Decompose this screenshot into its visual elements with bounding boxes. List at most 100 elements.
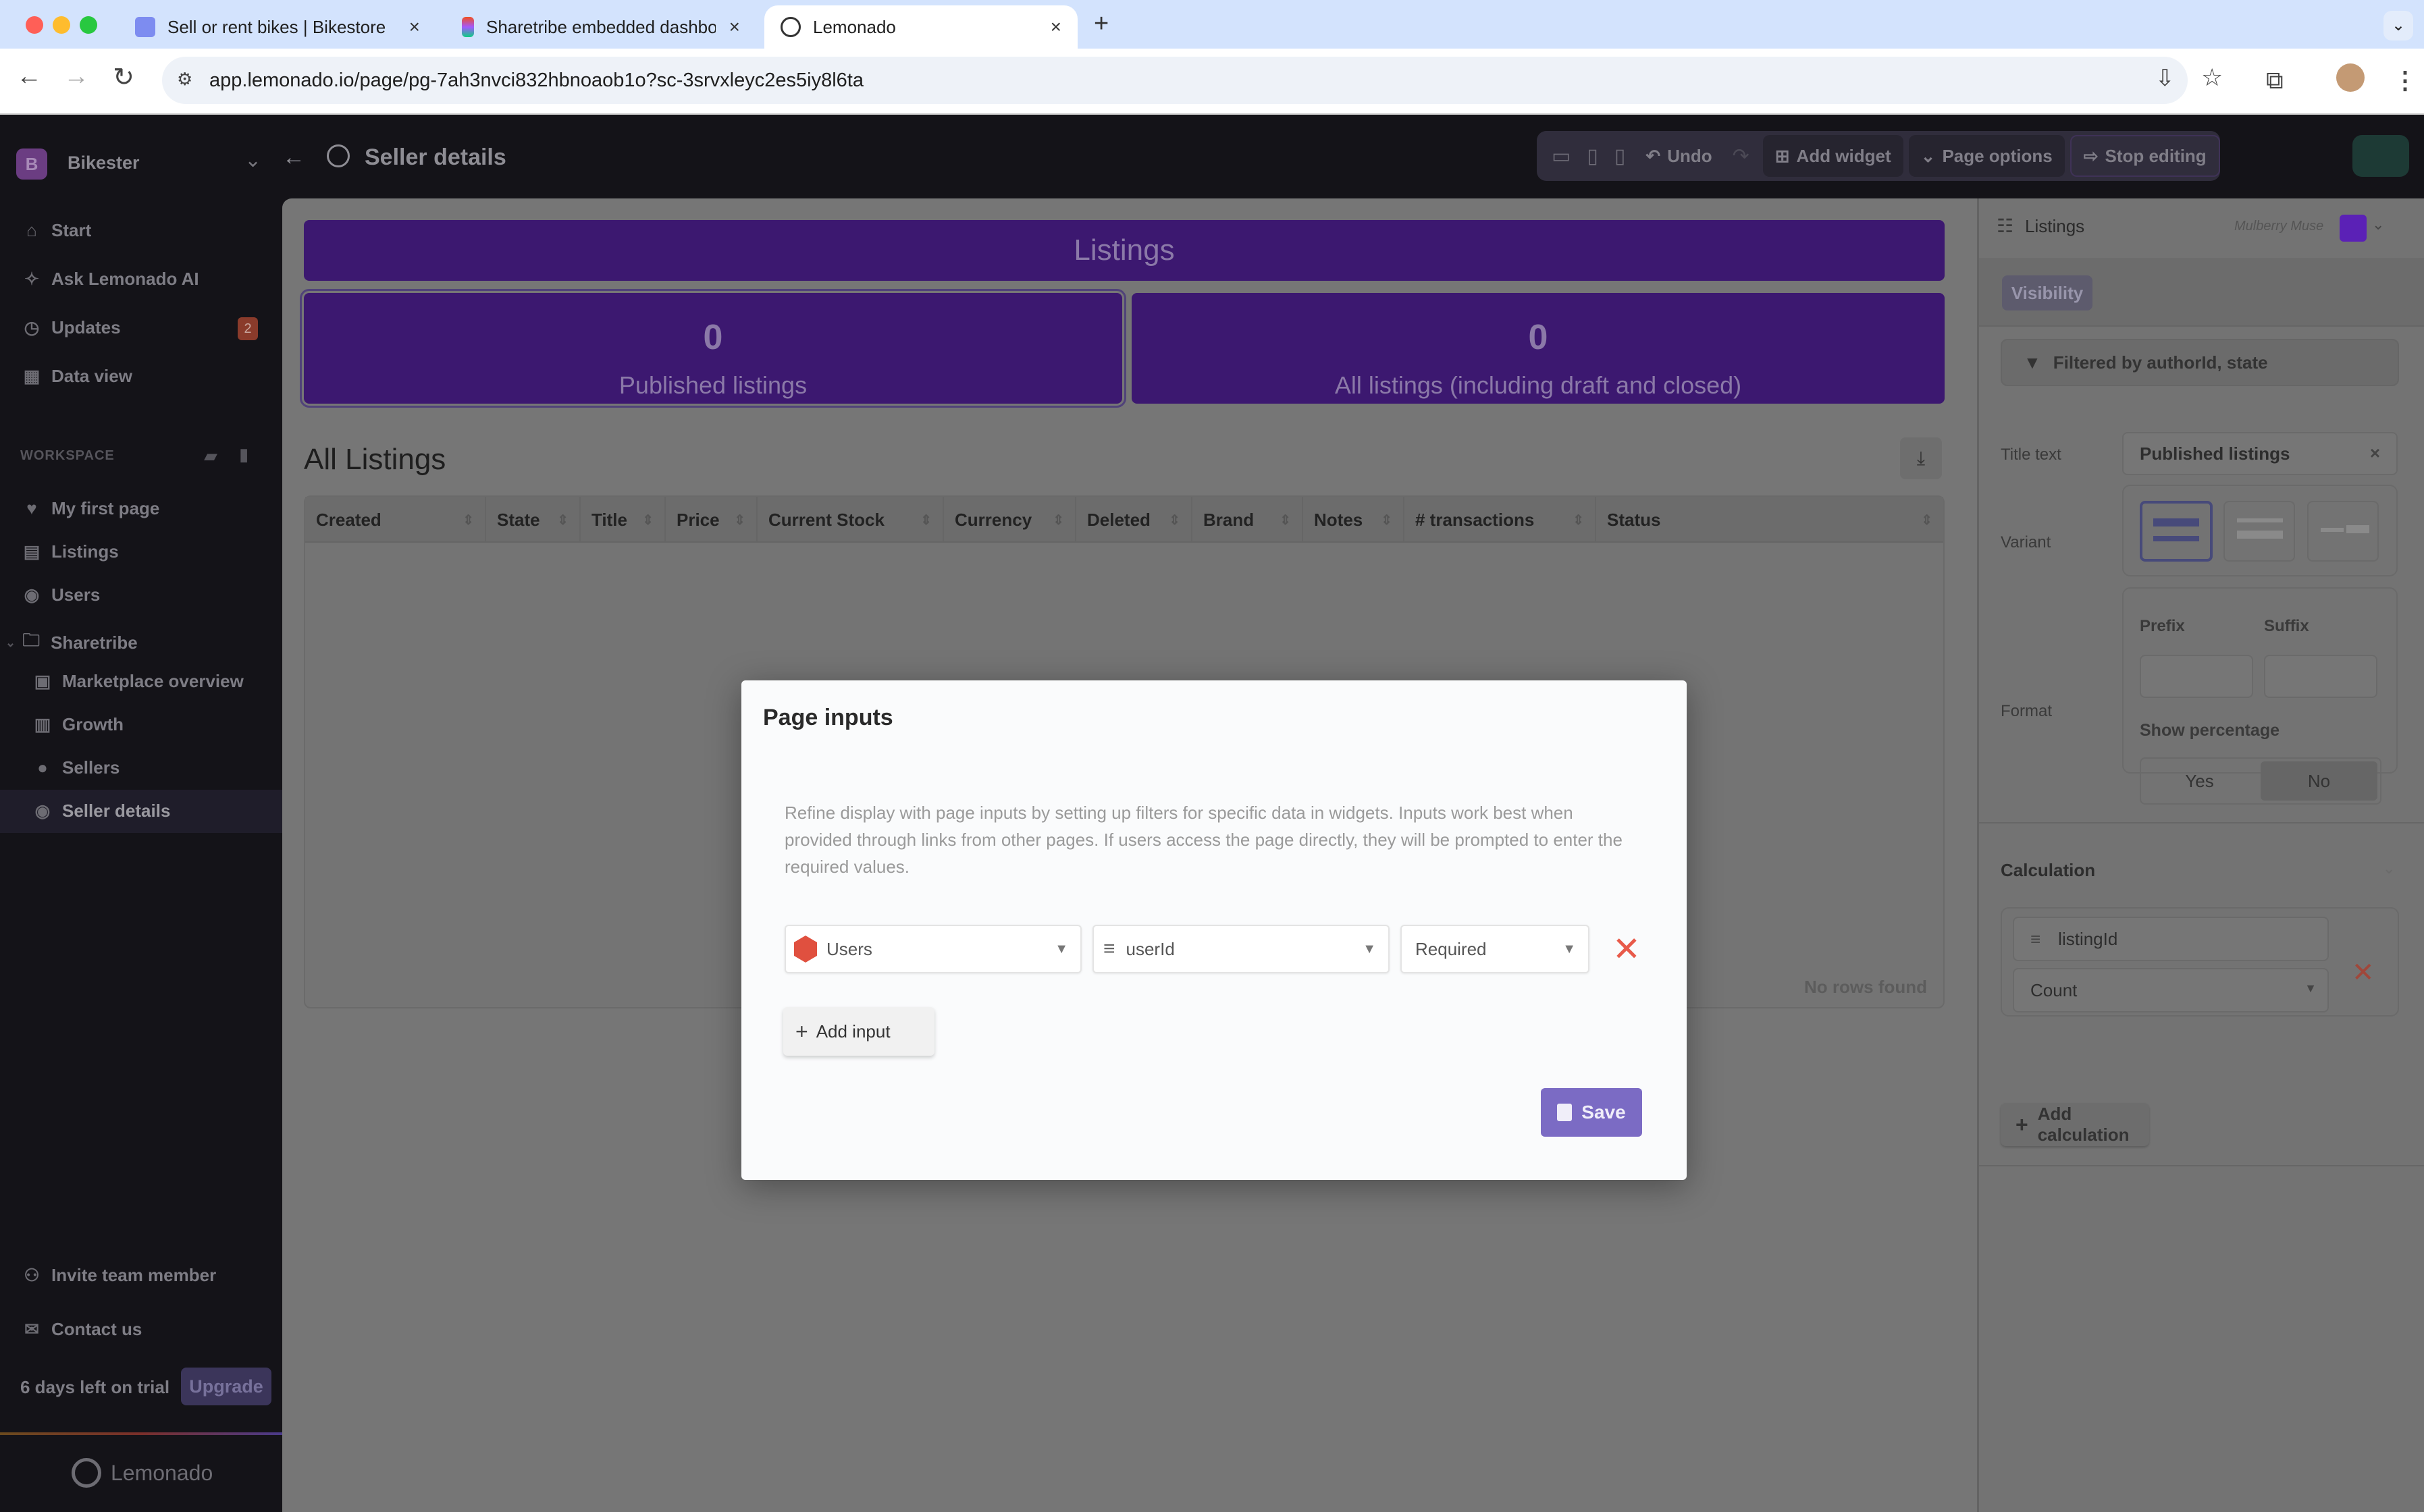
add-widget-button[interactable]: ⊞ Add widget: [1762, 135, 1903, 177]
column-header[interactable]: Status ⇕: [1596, 497, 1943, 543]
sort-icon[interactable]: ⇕: [734, 512, 745, 529]
upgrade-button[interactable]: Upgrade: [181, 1368, 271, 1405]
browser-menu-icon[interactable]: ⋮: [2393, 66, 2417, 94]
extensions-icon[interactable]: ⧉: [2266, 66, 2284, 95]
listings-banner[interactable]: Listings: [304, 220, 1945, 281]
minimize-window-button[interactable]: [53, 16, 70, 34]
column-header[interactable]: Brand ⇕: [1192, 497, 1303, 543]
sidebar-item-start[interactable]: ⌂ Start: [20, 220, 91, 241]
sidebar-item-marketplace-overview[interactable]: ▣ Marketplace overview: [31, 671, 244, 692]
workspace-chevron-down-icon[interactable]: ⌄: [244, 148, 261, 172]
sidebar-item-my-first-page[interactable]: ♥ My first page: [20, 498, 159, 519]
column-header[interactable]: Price ⇕: [666, 497, 758, 543]
bookmark-star-icon[interactable]: ☆: [2201, 63, 2223, 92]
maximize-window-button[interactable]: [80, 16, 97, 34]
new-folder-icon[interactable]: ▰: [204, 446, 217, 466]
back-icon[interactable]: ←: [12, 62, 46, 91]
add-calculation-button[interactable]: + Add calculation: [2001, 1103, 2149, 1146]
workspace-avatar[interactable]: B: [16, 148, 47, 180]
sort-icon[interactable]: ⇕: [642, 512, 654, 529]
tablet-view-icon[interactable]: ▯: [1587, 144, 1598, 168]
toggle-option-yes[interactable]: Yes: [2141, 759, 2258, 803]
filter-summary[interactable]: ▼ Filtered by authorId, state: [2001, 339, 2399, 386]
browser-tab[interactable]: Sell or rent bikes | Bikestore ×: [119, 5, 436, 49]
variant-option-selected[interactable]: [2140, 501, 2213, 562]
theme-color-swatch[interactable]: [2340, 215, 2367, 242]
url-text[interactable]: app.lemonado.io/page/pg-7ah3nvci832hbnoa…: [209, 70, 864, 92]
input-field-select[interactable]: ≡ userId ▼: [1092, 925, 1390, 973]
invite-team-member-link[interactable]: ⚇ Invite team member: [20, 1265, 216, 1286]
sidebar-item-data-view[interactable]: ▦ Data view: [20, 366, 132, 387]
contact-us-link[interactable]: ✉ Contact us: [20, 1319, 142, 1340]
remove-input-icon[interactable]: ✕: [1612, 930, 1641, 968]
kpi-published-listings[interactable]: 0 Published listings: [300, 289, 1126, 408]
variant-option[interactable]: [2223, 501, 2295, 562]
suffix-input[interactable]: [2264, 655, 2377, 698]
sidebar-item-users[interactable]: ◉ Users: [20, 585, 101, 605]
visibility-tab[interactable]: Visibility: [2002, 275, 2092, 310]
workspace-name[interactable]: Bikester: [68, 153, 140, 173]
profile-avatar[interactable]: [2336, 63, 2365, 92]
sort-icon[interactable]: ⇕: [920, 512, 932, 529]
browser-tab-active[interactable]: Lemonado ×: [764, 5, 1078, 49]
sort-icon[interactable]: ⇕: [1921, 512, 1932, 529]
variant-option[interactable]: [2307, 501, 2379, 562]
input-requirement-select[interactable]: Required ▼: [1400, 925, 1589, 973]
sort-icon[interactable]: ⇕: [1573, 512, 1584, 529]
close-tab-icon[interactable]: ×: [409, 16, 420, 38]
column-header[interactable]: State ⇕: [486, 497, 581, 543]
column-header[interactable]: Currency ⇕: [944, 497, 1076, 543]
publish-button[interactable]: [2352, 135, 2409, 177]
download-icon[interactable]: ⤓: [1900, 437, 1942, 479]
theme-name[interactable]: Mulberry Muse: [2234, 219, 2323, 234]
input-source-select[interactable]: Users ▼: [785, 925, 1082, 973]
desktop-view-icon[interactable]: ▭: [1552, 144, 1571, 168]
column-header[interactable]: Current Stock ⇕: [758, 497, 944, 543]
sort-icon[interactable]: ⇕: [1169, 512, 1180, 529]
toggle-option-no-selected[interactable]: No: [2261, 761, 2377, 801]
sort-icon[interactable]: ⇕: [1280, 512, 1291, 529]
kpi-all-listings[interactable]: 0 All listings (including draft and clos…: [1132, 293, 1945, 404]
calc-aggregation-select[interactable]: Count ▼: [2013, 968, 2329, 1013]
address-bar[interactable]: ⚙ app.lemonado.io/page/pg-7ah3nvci832hbn…: [162, 57, 2223, 104]
folder-chevron-down-icon[interactable]: ⌄: [5, 636, 16, 650]
theme-chevron-down-icon[interactable]: ⌄: [2372, 216, 2384, 234]
sidebar-item-seller-details[interactable]: ◉ Seller details: [31, 801, 171, 821]
sidebar-folder-sharetribe[interactable]: ⌄ 🗀 Sharetribe: [5, 628, 138, 657]
calc-field-select[interactable]: ≡ listingId: [2013, 917, 2329, 961]
undo-button[interactable]: ↶ Undo: [1633, 135, 1724, 177]
stop-editing-button[interactable]: ⇨ Stop editing: [2070, 135, 2220, 177]
back-arrow-icon[interactable]: ←: [282, 144, 305, 171]
close-tab-icon[interactable]: ×: [1051, 16, 1061, 38]
sort-icon[interactable]: ⇕: [463, 512, 474, 529]
sidebar-item-listings[interactable]: ▤ Listings: [20, 541, 119, 562]
new-page-icon[interactable]: ▮: [239, 444, 248, 465]
column-header[interactable]: Notes ⇕: [1303, 497, 1404, 543]
mobile-view-icon[interactable]: ▯: [1614, 144, 1626, 168]
tab-search-chevron-icon[interactable]: ⌄: [2383, 11, 2413, 40]
close-tab-icon[interactable]: ×: [729, 16, 740, 38]
install-app-icon[interactable]: ⇩: [2155, 65, 2175, 92]
title-text-input[interactable]: Published listings ×: [2122, 432, 2398, 475]
sort-icon[interactable]: ⇕: [557, 512, 569, 529]
sidebar-item-ask-ai[interactable]: ✧ Ask Lemonado AI: [20, 269, 199, 290]
collapse-chevron-icon[interactable]: ⌄: [2383, 860, 2395, 878]
save-button[interactable]: Save: [1541, 1088, 1642, 1137]
browser-tab[interactable]: Sharetribe embedded dashbo ×: [446, 5, 756, 49]
site-settings-icon[interactable]: ⚙: [177, 69, 192, 90]
prefix-input[interactable]: [2140, 655, 2253, 698]
sort-icon[interactable]: ⇕: [1381, 512, 1392, 529]
column-header[interactable]: Deleted ⇕: [1076, 497, 1192, 543]
sidebar-item-sellers[interactable]: ● Sellers: [31, 757, 120, 778]
page-options-button[interactable]: ⌄ Page options: [1908, 135, 2065, 177]
remove-calculation-icon[interactable]: ✕: [2352, 957, 2375, 988]
sort-icon[interactable]: ⇕: [1053, 512, 1064, 529]
column-header[interactable]: # transactions ⇕: [1404, 497, 1596, 543]
reload-icon[interactable]: ↻: [107, 62, 140, 92]
add-input-button[interactable]: + Add input: [783, 1007, 934, 1056]
new-tab-icon[interactable]: +: [1094, 9, 1109, 38]
column-header[interactable]: Title ⇕: [581, 497, 666, 543]
sidebar-item-updates[interactable]: ◷ Updates: [20, 317, 121, 338]
column-header[interactable]: Created ⇕: [305, 497, 486, 543]
close-window-button[interactable]: [26, 16, 43, 34]
